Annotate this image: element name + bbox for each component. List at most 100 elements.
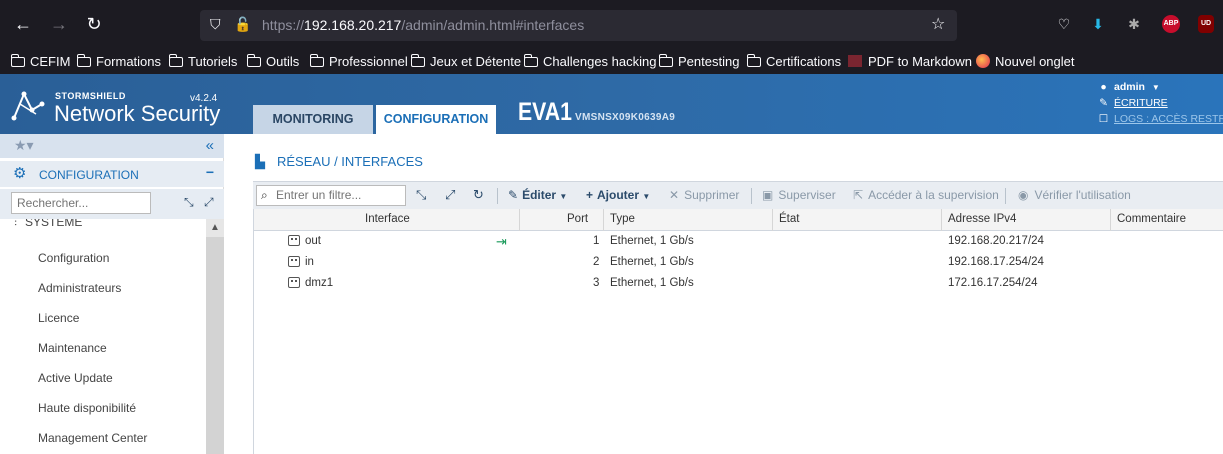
- firefox-icon: [976, 54, 990, 68]
- column-header-ipv4[interactable]: Adresse IPv4: [948, 213, 1016, 225]
- sidebar-item-configuration[interactable]: Configuration: [38, 251, 109, 265]
- table-row[interactable]: dmz1 3 Ethernet, 1 Gb/s 172.16.17.254/24: [254, 273, 1223, 294]
- refresh-icon[interactable]: ↻: [473, 187, 484, 203]
- stormshield-logo-icon: [11, 91, 45, 121]
- column-separator[interactable]: [772, 209, 773, 231]
- pencil-icon: ✎: [508, 188, 519, 202]
- forward-icon[interactable]: →: [46, 11, 72, 37]
- collapse-all-icon[interactable]: ⤡: [416, 187, 426, 203]
- bookmark-challenges[interactable]: Challenges hacking: [523, 52, 656, 72]
- bookmark-nouvel-onglet[interactable]: Nouvel onglet: [976, 52, 1075, 72]
- collapse-all-icon[interactable]: ⤡: [184, 195, 194, 210]
- scroll-up-icon[interactable]: ▲: [206, 219, 224, 237]
- logs-access-link[interactable]: ☐ LOGS : ACCÈS RESTREINT: [1097, 111, 1223, 127]
- url-scheme: https://: [262, 17, 305, 33]
- sidebar-item-administrateurs[interactable]: Administrateurs: [38, 281, 121, 295]
- filter-input[interactable]: [276, 188, 401, 202]
- toolbar-separator: [497, 188, 498, 204]
- sidebar: ★▾ « ⚙ CONFIGURATION − ⤡ ⤢ ⫶ SYSTÈME Conf…: [0, 134, 224, 454]
- bookmark-star-icon[interactable]: ☆: [931, 14, 945, 34]
- bookmark-tutoriels[interactable]: Tutoriels: [168, 52, 237, 72]
- folder-icon: [10, 54, 25, 67]
- edit-icon: ✎: [1099, 97, 1108, 109]
- chevron-down-icon: ▼: [559, 192, 568, 201]
- sliders-icon: ⫶: [14, 219, 18, 229]
- sidebar-section-label: CONFIGURATION: [39, 168, 139, 182]
- sidebar-topbar: ★▾ «: [0, 134, 224, 158]
- collapse-sidebar-icon[interactable]: «: [206, 137, 214, 154]
- sidebar-scrollbar[interactable]: ▲: [206, 219, 224, 454]
- lock-warning-icon[interactable]: 🔓: [234, 16, 251, 33]
- expand-all-icon[interactable]: ⤢: [445, 187, 455, 203]
- address-bar[interactable]: ⛉ 🔓 https://192.168.20.217/admin/admin.h…: [200, 10, 957, 41]
- goto-supervision-button[interactable]: ⇱ Accéder à la supervision: [853, 188, 999, 202]
- cell-type: Ethernet, 1 Gb/s: [610, 277, 694, 289]
- bookmark-jeux[interactable]: Jeux et Détente: [410, 52, 521, 72]
- sidebar-item-licence[interactable]: Licence: [38, 311, 79, 325]
- sidebar-search-input[interactable]: [11, 192, 151, 214]
- add-button[interactable]: + Ajouter ▼: [586, 188, 650, 202]
- app-header: STORMSHIELD Network Security v4.2.4 MONI…: [0, 74, 1223, 134]
- column-separator[interactable]: [941, 209, 942, 231]
- sidebar-item-management-center[interactable]: Management Center: [38, 431, 147, 445]
- cell-port: 3: [593, 277, 600, 289]
- filter-box[interactable]: ⌕: [256, 185, 406, 206]
- column-header-etat[interactable]: État: [779, 213, 799, 225]
- sidebar-group-systeme[interactable]: ⫶ SYSTÈME: [14, 219, 82, 230]
- collapse-section-icon[interactable]: −: [206, 164, 214, 180]
- shield-icon[interactable]: ⛉: [210, 16, 221, 33]
- bookmark-cefim[interactable]: CEFIM: [10, 52, 70, 72]
- bookmark-formations[interactable]: Formations: [76, 52, 161, 72]
- supervise-button[interactable]: ▣ Superviser: [762, 188, 836, 202]
- extensions-icon[interactable]: ✱: [1124, 14, 1144, 34]
- delete-button[interactable]: ✕ Supprimer: [669, 188, 739, 202]
- reload-icon[interactable]: ↻: [81, 11, 107, 37]
- table-row[interactable]: out ⇥ 1 Ethernet, 1 Gb/s 192.168.20.217/…: [254, 231, 1223, 252]
- tab-monitoring[interactable]: MONITORING: [253, 105, 373, 134]
- column-header-port[interactable]: Port: [567, 213, 588, 225]
- bookmark-pentesting[interactable]: Pentesting: [658, 52, 739, 72]
- table-row[interactable]: in 2 Ethernet, 1 Gb/s 192.168.17.254/24: [254, 252, 1223, 273]
- add-button-label: Ajouter: [597, 188, 640, 202]
- bookmark-certifications[interactable]: Certifications: [746, 52, 841, 72]
- sidebar-item-active-update[interactable]: Active Update: [38, 371, 113, 385]
- bookmark-label: PDF to Markdown: [868, 54, 973, 69]
- bookmark-pdf-to-markdown[interactable]: PDF to Markdown: [848, 52, 972, 72]
- folder-icon: [523, 54, 538, 67]
- tab-configuration[interactable]: CONFIGURATION: [376, 105, 496, 134]
- sidebar-item-haute-disponibilite[interactable]: Haute disponibilité: [38, 401, 136, 415]
- toolbar-separator: [751, 188, 752, 204]
- access-mode-link[interactable]: ✎ ÉCRITURE: [1097, 95, 1223, 111]
- plus-icon: +: [586, 188, 594, 202]
- user-menu[interactable]: ● admin ▼: [1097, 79, 1223, 95]
- delete-button-label: Supprimer: [684, 188, 740, 202]
- check-usage-button[interactable]: ◉ Vérifier l'utilisation: [1018, 188, 1131, 202]
- edit-button[interactable]: ✎ Éditer ▼: [508, 188, 567, 202]
- column-header-type[interactable]: Type: [610, 213, 635, 225]
- column-header-interface[interactable]: Interface: [365, 213, 410, 225]
- column-separator[interactable]: [603, 209, 604, 231]
- download-icon[interactable]: ⬇: [1088, 14, 1108, 34]
- sidebar-item-maintenance[interactable]: Maintenance: [38, 341, 107, 355]
- ethernet-port-icon: [288, 256, 300, 267]
- gear-icon: ⚙: [13, 165, 27, 182]
- interfaces-grid: Interface Port Type État Adresse IPv4 Co…: [253, 209, 1223, 454]
- cell-port: 2: [593, 256, 600, 268]
- column-separator[interactable]: [1110, 209, 1111, 231]
- ublock-icon[interactable]: UD: [1198, 15, 1214, 33]
- favorites-star-icon[interactable]: ★▾: [14, 137, 34, 154]
- bookmark-professionnel[interactable]: Professionnel: [309, 52, 408, 72]
- access-mode-label: ÉCRITURE: [1114, 97, 1168, 109]
- bookmark-outils[interactable]: Outils: [246, 52, 299, 72]
- main-content: ▙ RÉSEAU / INTERFACES ⌕ ⤡ ⤢ ↻ ✎Éditer ▼ +…: [225, 134, 1223, 454]
- pocket-icon[interactable]: ♡: [1054, 14, 1074, 34]
- network-icon: ▙: [255, 154, 265, 169]
- adblock-icon[interactable]: ABP: [1162, 15, 1180, 33]
- column-separator[interactable]: [519, 209, 520, 231]
- cell-ipv4: 192.168.17.254/24: [948, 256, 1044, 268]
- url-text[interactable]: https://192.168.20.217/admin/admin.html#…: [262, 17, 584, 33]
- sidebar-section-configuration[interactable]: ⚙ CONFIGURATION −: [0, 161, 224, 187]
- back-icon[interactable]: ←: [10, 11, 36, 37]
- column-header-commentaire[interactable]: Commentaire: [1117, 213, 1186, 225]
- expand-all-icon[interactable]: ⤢: [204, 195, 214, 210]
